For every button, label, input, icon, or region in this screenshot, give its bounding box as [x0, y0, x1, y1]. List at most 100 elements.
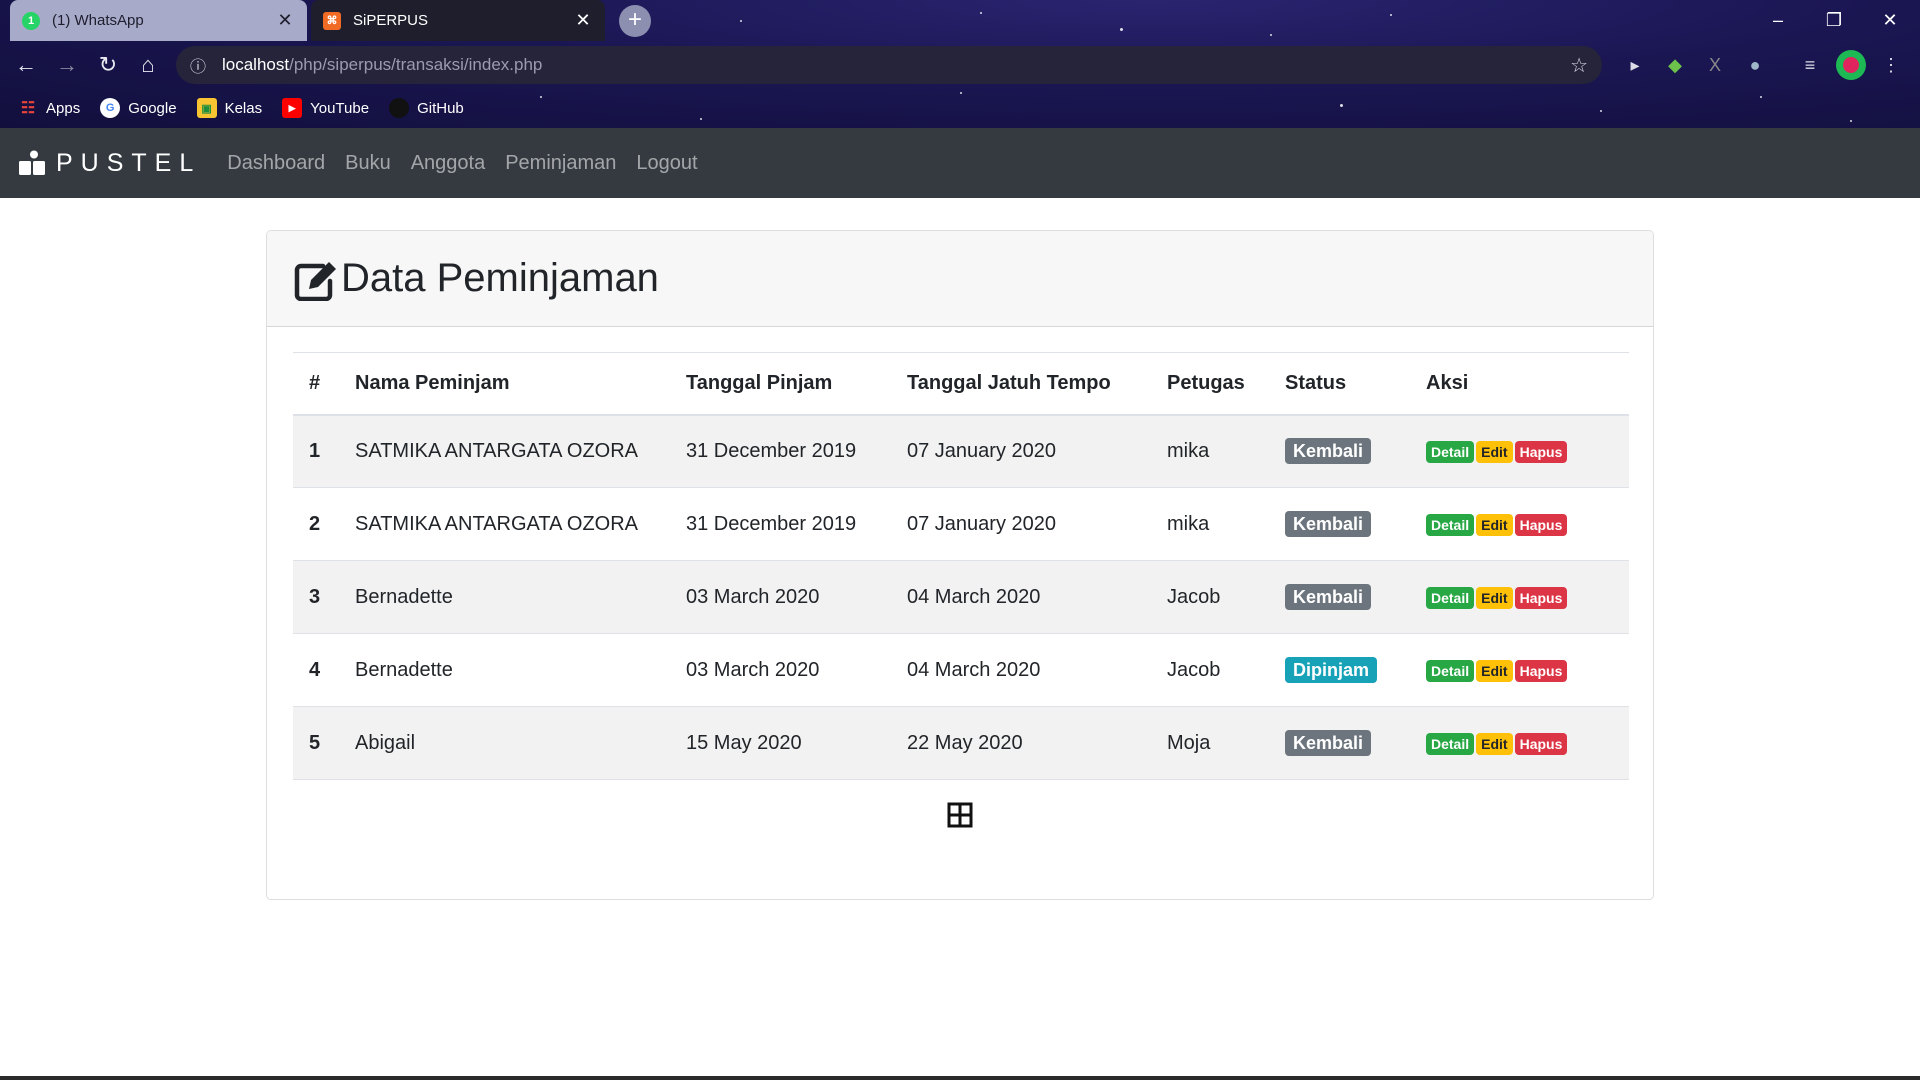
xampp-icon: ⌘ — [323, 11, 341, 30]
hapus-button[interactable]: Hapus — [1514, 513, 1568, 536]
minimize-icon[interactable]: – — [1750, 0, 1806, 41]
menu-kebab-icon[interactable]: ⋮ — [1876, 50, 1906, 80]
nav-peminjaman[interactable]: Peminjaman — [505, 152, 616, 175]
status-cell: Kembali — [1269, 414, 1410, 488]
col-status: Status — [1269, 352, 1410, 416]
tanggal-jatuh-tempo: 07 January 2020 — [891, 487, 1151, 561]
table-row: 5 Abigail 15 May 2020 22 May 2020 Moja K… — [293, 706, 1629, 780]
bookmark-star-icon[interactable]: ☆ — [1570, 53, 1588, 78]
apps-grid-icon: ☷ — [20, 100, 36, 117]
tab-siperpus[interactable]: ⌘ SiPERPUS ✕ — [311, 0, 605, 41]
card-header: Data Peminjaman — [267, 231, 1653, 327]
nama-peminjam: SATMIKA ANTARGATA OZORA — [339, 414, 670, 488]
edit-button[interactable]: Edit — [1476, 732, 1513, 755]
x-extension-icon[interactable]: X — [1700, 50, 1730, 80]
nav-buku[interactable]: Buku — [345, 152, 391, 175]
row-number: 5 — [293, 706, 339, 780]
forward-icon[interactable]: → — [49, 47, 85, 83]
nav-anggota[interactable]: Anggota — [411, 152, 486, 175]
close-window-icon[interactable]: ✕ — [1862, 0, 1918, 41]
edit-button[interactable]: Edit — [1476, 659, 1513, 682]
aksi-cell: Detail Edit Hapus — [1410, 633, 1629, 707]
browser-toolbar: ← → ↻ ⌂ ⓘ localhost/php/siperpus/transak… — [0, 41, 1920, 89]
detail-button[interactable]: Detail — [1426, 732, 1475, 755]
bookmark-github[interactable]: GitHub — [389, 98, 464, 118]
status-badge: Kembali — [1285, 511, 1372, 537]
tanggal-jatuh-tempo: 07 January 2020 — [891, 414, 1151, 488]
table-grid-icon-wrap — [293, 802, 1627, 828]
play-extension-icon[interactable]: ▸ — [1620, 50, 1650, 80]
row-number: 4 — [293, 633, 339, 707]
cat-extension-icon[interactable]: ● — [1740, 50, 1770, 80]
status-cell: Kembali — [1269, 706, 1410, 780]
nav-dashboard[interactable]: Dashboard — [227, 152, 325, 175]
bookmark-apps[interactable]: ☷ Apps — [18, 98, 80, 118]
tanggal-jatuh-tempo: 04 March 2020 — [891, 560, 1151, 634]
detail-button[interactable]: Detail — [1426, 440, 1475, 463]
home-icon[interactable]: ⌂ — [130, 47, 166, 83]
bookmark-google[interactable]: G Google — [100, 98, 177, 118]
edit-button[interactable]: Edit — [1476, 586, 1513, 609]
tanggal-pinjam: 03 March 2020 — [670, 633, 891, 707]
detail-button[interactable]: Detail — [1426, 659, 1475, 682]
bookmarks-bar: ☷ Apps G Google ▣ Kelas ▶ YouTube GitHub — [0, 89, 1920, 127]
classroom-icon: ▣ — [196, 98, 217, 118]
aksi-cell: Detail Edit Hapus — [1410, 487, 1629, 561]
edit-button[interactable]: Edit — [1476, 440, 1513, 463]
card-body: # Nama Peminjam Tanggal Pinjam Tanggal J… — [267, 327, 1653, 853]
status-cell: Kembali — [1269, 487, 1410, 561]
table-grid-icon[interactable] — [947, 802, 973, 828]
media-queue-icon[interactable]: ≡ — [1795, 50, 1825, 80]
peminjaman-card: Data Peminjaman # Nama Peminjam Tanggal … — [266, 230, 1654, 900]
tab-strip: 1 (1) WhatsApp ✕ ⌘ SiPERPUS ✕ + – ❐ ✕ — [0, 0, 1920, 41]
new-tab-button[interactable]: + — [619, 5, 651, 37]
google-icon: G — [100, 98, 121, 118]
hapus-button[interactable]: Hapus — [1514, 732, 1568, 755]
bookmark-youtube[interactable]: ▶ YouTube — [282, 98, 369, 118]
edit-icon — [294, 261, 336, 301]
color-extension-icon[interactable]: ◆ — [1660, 50, 1690, 80]
aksi-cell: Detail Edit Hapus — [1410, 706, 1629, 780]
status-cell: Dipinjam — [1269, 633, 1410, 707]
github-icon — [389, 98, 410, 118]
restore-icon[interactable]: ❐ — [1806, 0, 1862, 41]
status-cell: Kembali — [1269, 560, 1410, 634]
info-icon[interactable]: ⓘ — [190, 53, 214, 77]
detail-button[interactable]: Detail — [1426, 586, 1475, 609]
browser-chrome: 1 (1) WhatsApp ✕ ⌘ SiPERPUS ✕ + – ❐ ✕ ← … — [0, 0, 1920, 128]
petugas: Jacob — [1151, 633, 1269, 707]
col-petugas: Petugas — [1151, 352, 1269, 416]
url-text: localhost/php/siperpus/transaksi/index.p… — [222, 55, 543, 74]
address-bar[interactable]: ⓘ localhost/php/siperpus/transaksi/index… — [176, 46, 1602, 84]
aksi-cell: Detail Edit Hapus — [1410, 414, 1629, 488]
close-tab-icon[interactable]: ✕ — [573, 10, 593, 31]
tab-whatsapp[interactable]: 1 (1) WhatsApp ✕ — [10, 0, 307, 41]
profile-avatar[interactable] — [1836, 50, 1866, 80]
reload-icon[interactable]: ↻ — [90, 47, 126, 83]
bookmark-kelas[interactable]: ▣ Kelas — [196, 98, 262, 118]
back-icon[interactable]: ← — [8, 47, 44, 83]
nama-peminjam: SATMIKA ANTARGATA OZORA — [339, 487, 670, 561]
brand[interactable]: PUSTEL — [18, 149, 201, 178]
status-badge: Kembali — [1285, 730, 1372, 756]
app-navbar: PUSTEL Dashboard Buku Anggota Peminjaman… — [0, 128, 1920, 198]
tanggal-pinjam: 03 March 2020 — [670, 560, 891, 634]
edit-button[interactable]: Edit — [1476, 513, 1513, 536]
whatsapp-icon: 1 — [22, 11, 40, 30]
petugas: Jacob — [1151, 560, 1269, 634]
table-header-row: # Nama Peminjam Tanggal Pinjam Tanggal J… — [293, 352, 1629, 416]
close-tab-icon[interactable]: ✕ — [275, 10, 295, 31]
hapus-button[interactable]: Hapus — [1514, 659, 1568, 682]
page-title: Data Peminjaman — [341, 256, 659, 300]
tanggal-pinjam: 31 December 2019 — [670, 487, 891, 561]
library-logo-icon — [19, 150, 45, 175]
hapus-button[interactable]: Hapus — [1514, 586, 1568, 609]
brand-name: PUSTEL — [56, 148, 202, 177]
petugas: mika — [1151, 414, 1269, 488]
nav-logout[interactable]: Logout — [636, 152, 697, 175]
detail-button[interactable]: Detail — [1426, 513, 1475, 536]
table-row: 3 Bernadette 03 March 2020 04 March 2020… — [293, 560, 1629, 634]
hapus-button[interactable]: Hapus — [1514, 440, 1568, 463]
nama-peminjam: Bernadette — [339, 633, 670, 707]
col-nama-peminjam: Nama Peminjam — [339, 352, 670, 416]
